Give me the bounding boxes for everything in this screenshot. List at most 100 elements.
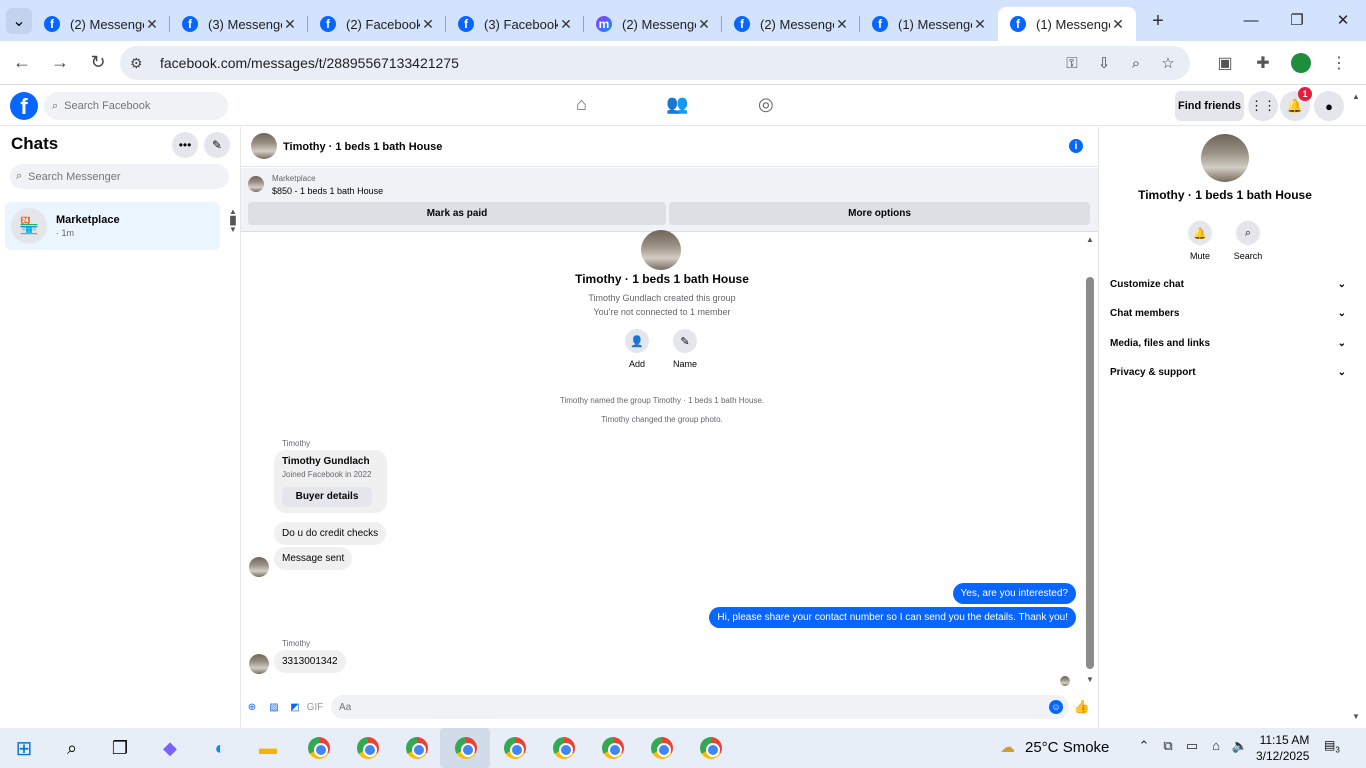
volume-icon[interactable]: 🔈 — [1228, 738, 1252, 754]
privacy-support-section[interactable]: Privacy & support ⌄ — [1110, 361, 1346, 383]
password-key-icon[interactable]: ⚿ — [1056, 55, 1088, 72]
task-view-icon[interactable]: ❐ — [106, 734, 134, 762]
chrome-icon[interactable] — [403, 734, 431, 762]
profile-icon[interactable] — [1282, 47, 1320, 79]
sender-avatar[interactable] — [249, 654, 269, 674]
clock[interactable]: 11:15 AM 3/12/2025 — [1256, 732, 1309, 764]
back-icon[interactable]: ← — [6, 47, 38, 79]
messenger-search-input[interactable] — [28, 170, 209, 183]
info-icon[interactable]: i — [1069, 139, 1083, 153]
extensions-puzzle-icon[interactable]: ✚ — [1244, 47, 1282, 79]
close-tab-icon[interactable]: ✕ — [834, 16, 850, 33]
browser-tab[interactable]: f (2) Messenger✕ — [32, 7, 170, 41]
search-icon[interactable]: ⌕ — [58, 734, 86, 762]
browser-tab[interactable]: f (1) Messenger✕ — [860, 7, 998, 41]
extension-box-icon[interactable]: ▣ — [1206, 47, 1244, 79]
chat-members-section[interactable]: Chat members ⌄ — [1110, 302, 1346, 324]
browser-tab-active[interactable]: f (1) Messenger✕ — [998, 7, 1136, 41]
windows-start-icon[interactable]: ⊞ — [10, 734, 38, 762]
message-bubble[interactable]: Do u do credit checks — [274, 522, 387, 545]
close-tab-icon[interactable]: ✕ — [558, 16, 574, 33]
edit-name-button[interactable]: ✎ Name — [665, 329, 705, 369]
message-bubble[interactable]: Message sent — [274, 547, 353, 570]
sticker-icon[interactable]: ◩ — [288, 700, 302, 714]
facebook-search[interactable]: ⌕ — [44, 92, 228, 120]
chrome-icon[interactable] — [305, 734, 333, 762]
minimize-icon[interactable]: — — [1228, 0, 1274, 40]
reload-icon[interactable]: ↻ — [82, 47, 114, 79]
facebook-logo-icon[interactable]: f — [10, 92, 38, 120]
account-avatar[interactable]: ● — [1314, 91, 1344, 121]
bookmark-star-icon[interactable]: ☆ — [1152, 54, 1184, 72]
search-conversation-button[interactable]: ⌕ Search — [1228, 221, 1268, 261]
battery-icon[interactable]: ▭ — [1180, 738, 1204, 754]
gif-icon[interactable]: GIF — [307, 700, 324, 714]
browser-tab[interactable]: f (3) Messenger✕ — [170, 7, 308, 41]
forward-icon[interactable]: → — [44, 47, 76, 79]
browser-tab[interactable]: f (2) Facebook ✕ — [308, 7, 446, 41]
emoji-icon[interactable]: ☺ — [1049, 700, 1063, 714]
browser-menu-icon[interactable]: ⋮ — [1320, 47, 1358, 79]
chrome-icon[interactable] — [501, 734, 529, 762]
chrome-icon[interactable] — [648, 734, 676, 762]
install-app-icon[interactable]: ⇩ — [1088, 54, 1120, 72]
browser-tab[interactable]: f (3) Facebook ✕ — [446, 7, 584, 41]
message-input[interactable] — [339, 701, 1019, 713]
edge-icon[interactable]: ◐ — [206, 734, 234, 762]
scroll-up-icon[interactable]: ▲ — [1084, 235, 1096, 244]
close-tab-icon[interactable]: ✕ — [144, 16, 160, 33]
close-tab-icon[interactable]: ✕ — [282, 16, 298, 33]
menu-grid-icon[interactable]: ⋮⋮ — [1248, 91, 1278, 121]
page-scroll-down-icon[interactable]: ▼ — [1352, 712, 1360, 721]
sender-avatar[interactable] — [249, 557, 269, 577]
outgoing-message[interactable]: Yes, are you interested? — [952, 583, 1076, 604]
conversation-title[interactable]: Timothy · 1 beds 1 bath House — [283, 141, 442, 153]
site-info-icon[interactable]: ⚙ — [130, 55, 150, 72]
meet-icon[interactable]: ⧉ — [1156, 738, 1180, 754]
listing-thumbnail[interactable] — [248, 176, 264, 192]
new-message-icon[interactable]: ✎ — [204, 132, 230, 158]
close-tab-icon[interactable]: ✕ — [696, 16, 712, 33]
chrome-icon[interactable] — [354, 734, 382, 762]
facebook-search-input[interactable] — [64, 100, 215, 112]
page-scroll-up-icon[interactable]: ▲ — [1352, 92, 1360, 101]
listing-price[interactable]: $850 - 1 beds 1 bath House — [272, 186, 383, 196]
network-icon[interactable]: ⌂ — [1204, 738, 1228, 754]
buyer-details-button[interactable]: Buyer details — [282, 487, 372, 507]
restore-icon[interactable]: ❐ — [1274, 0, 1320, 40]
chrome-icon[interactable] — [697, 734, 725, 762]
chrome-icon[interactable] — [452, 734, 480, 762]
chrome-icon[interactable] — [599, 734, 627, 762]
browser-tab[interactable]: m (2) Messenger✕ — [584, 7, 722, 41]
show-hidden-icons-icon[interactable]: ⌃ — [1132, 738, 1156, 754]
messenger-search[interactable]: ⌕ — [10, 164, 229, 189]
close-tab-icon[interactable]: ✕ — [420, 16, 436, 33]
file-explorer-icon[interactable]: ▬ — [254, 734, 282, 762]
find-friends-button[interactable]: Find friends — [1175, 91, 1244, 121]
close-tab-icon[interactable]: ✕ — [972, 16, 988, 33]
sidebar-scrollbar[interactable]: ▲ █ ▼ — [228, 207, 238, 247]
message-bubble[interactable]: 3313001342 — [274, 650, 346, 673]
close-window-icon[interactable]: ✕ — [1320, 0, 1366, 40]
outgoing-message[interactable]: Hi, please share your contact number so … — [709, 607, 1076, 628]
more-options-icon[interactable]: ••• — [172, 132, 198, 158]
close-tab-icon[interactable]: ✕ — [1110, 16, 1126, 33]
chrome-icon[interactable] — [550, 734, 578, 762]
zoom-icon[interactable]: ⌕ — [1120, 55, 1152, 72]
browser-tab[interactable]: f (2) Messenger✕ — [722, 7, 860, 41]
friends-icon[interactable]: 👥 — [666, 94, 688, 115]
scroll-thumb[interactable] — [1086, 277, 1094, 669]
media-files-links-section[interactable]: Media, files and links ⌄ — [1110, 332, 1346, 354]
add-member-button[interactable]: 👤 Add — [617, 329, 657, 369]
attach-image-icon[interactable]: ▨ — [267, 700, 281, 714]
tab-search-chevron-icon[interactable]: ⌄ — [6, 7, 32, 34]
plus-actions-icon[interactable]: ⊕ — [245, 700, 259, 714]
weather-widget[interactable]: ☁ 25°C Smoke — [1000, 738, 1109, 757]
scroll-down-icon[interactable]: ▼ — [1084, 675, 1096, 684]
notification-center-icon[interactable]: ▤3 — [1324, 738, 1344, 758]
mark-as-paid-button[interactable]: Mark as paid — [248, 202, 666, 225]
group-avatar-large[interactable] — [1201, 134, 1249, 182]
customize-chat-section[interactable]: Customize chat ⌄ — [1110, 273, 1346, 295]
copilot-icon[interactable]: ◆ — [156, 734, 184, 762]
groups-icon[interactable]: ◎ — [758, 94, 774, 115]
